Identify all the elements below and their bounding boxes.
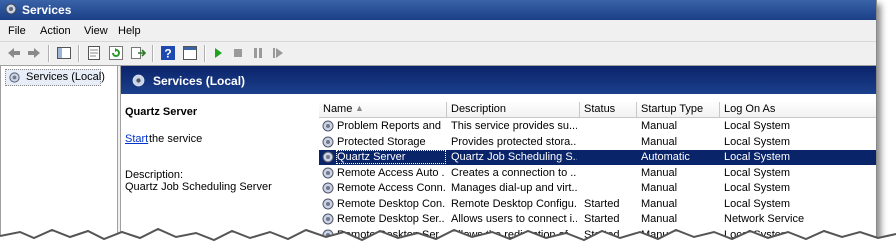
- pause-icon[interactable]: [250, 45, 266, 61]
- cell-log-on-as: Local System: [724, 151, 791, 163]
- table-row[interactable]: Protected Storage Provides protected stor…: [319, 135, 876, 150]
- start-service-link[interactable]: Start: [125, 133, 148, 145]
- cell-description: Manages dial-up and virt...: [451, 182, 577, 194]
- cell-startup-type: Manual: [641, 182, 678, 194]
- window-title: Services: [22, 3, 72, 17]
- properties-icon[interactable]: [86, 45, 102, 61]
- menu-action[interactable]: Action: [40, 25, 71, 37]
- cell-description: Remote Desktop Configu...: [451, 197, 577, 210]
- services-list: Name ▲ Description Status Startup Type L…: [319, 100, 876, 240]
- services-gear-icon: [132, 74, 145, 87]
- tree-item-label: Services (Local): [26, 71, 105, 83]
- cell-description: This service provides su...: [451, 120, 577, 132]
- column-header-status[interactable]: Status: [580, 100, 637, 118]
- table-row[interactable]: Quartz Server Quartz Job Scheduling S... A…: [319, 150, 876, 165]
- console-tree: Services (Local): [0, 66, 118, 240]
- cell-description: Allows users to connect i...: [451, 213, 577, 225]
- show-tree-icon[interactable]: [56, 45, 72, 61]
- table-row[interactable]: Remote Desktop Con... Remote Desktop Conf…: [319, 197, 876, 212]
- cell-name: Remote Access Auto ...: [337, 166, 445, 179]
- forward-icon[interactable]: [26, 45, 42, 61]
- refresh-icon[interactable]: [108, 45, 124, 61]
- services-gear-icon: [5, 3, 17, 15]
- service-gear-icon: [322, 120, 334, 132]
- cell-status: Started: [584, 197, 620, 210]
- cell-name: Remote Desktop Ser...: [337, 213, 445, 225]
- service-gear-icon: [322, 213, 334, 225]
- cell-startup-type: Manual: [641, 120, 678, 132]
- menu-file[interactable]: File: [8, 25, 26, 37]
- table-row[interactable]: Remote Desktop Ser... Allows users to con…: [319, 212, 876, 227]
- services-gear-icon: [9, 72, 20, 83]
- services-window: Services File Action View Help ? Service…: [0, 0, 877, 240]
- description-value: Quartz Job Scheduling Server: [125, 181, 272, 193]
- cell-log-on-as: Local System: [724, 182, 791, 194]
- menu-view[interactable]: View: [84, 25, 108, 37]
- cell-description: Provides protected stora...: [451, 135, 577, 148]
- export-icon[interactable]: [130, 45, 146, 61]
- service-gear-icon: [322, 182, 334, 194]
- cell-startup-type: Manual: [641, 197, 678, 210]
- cell-name: Quartz Server: [336, 150, 446, 164]
- service-gear-icon: [322, 167, 334, 178]
- cell-startup-type: Manual: [641, 166, 678, 179]
- cell-name: Remote Desktop Con...: [337, 197, 445, 210]
- description-label: Description:: [125, 169, 184, 181]
- toolbar-separator: [48, 45, 50, 62]
- column-header-log-on-as[interactable]: Log On As: [720, 100, 876, 118]
- pane-header: Services (Local): [121, 66, 876, 94]
- cell-log-on-as: Local System: [724, 120, 791, 132]
- cell-name: Remote Access Conn...: [337, 182, 445, 194]
- column-header-label: Startup Type: [641, 103, 704, 115]
- table-row[interactable]: Remote Access Conn... Manages dial-up and…: [319, 181, 876, 196]
- cell-description: Quartz Job Scheduling S...: [451, 151, 577, 163]
- console-icon[interactable]: [182, 45, 198, 61]
- toolbar-separator: [152, 45, 154, 62]
- help-icon[interactable]: ?: [160, 45, 176, 61]
- column-header-label: Description: [451, 103, 507, 115]
- table-row[interactable]: Remote Access Auto ... Creates a connecti…: [319, 166, 876, 181]
- title-bar: Services: [0, 0, 876, 20]
- back-icon[interactable]: [6, 45, 22, 61]
- start-service-text: the service: [149, 133, 203, 145]
- details-pane: Services (Local) Quartz Server Start the…: [120, 66, 876, 240]
- toolbar-separator: [78, 45, 80, 62]
- service-gear-icon: [322, 151, 334, 163]
- column-header-description[interactable]: Description: [447, 100, 580, 118]
- toolbar: ?: [0, 42, 876, 66]
- selected-service-title: Quartz Server: [125, 106, 198, 118]
- cell-startup-type: Automatic: [641, 151, 690, 163]
- column-header-label: Status: [584, 103, 616, 115]
- pane-header-notch: [311, 94, 876, 102]
- cell-description: Creates a connection to ...: [451, 166, 577, 179]
- pane-header-title: Services (Local): [153, 74, 246, 88]
- cell-log-on-as: Local System: [724, 135, 791, 148]
- column-header-name[interactable]: Name ▲: [319, 100, 447, 118]
- service-gear-icon: [322, 136, 334, 147]
- cell-log-on-as: Local System: [724, 197, 791, 210]
- service-gear-icon: [322, 198, 334, 209]
- column-header-startup-type[interactable]: Startup Type: [637, 100, 720, 118]
- start-icon[interactable]: [210, 45, 226, 61]
- cell-startup-type: Manual: [641, 213, 678, 225]
- menu-bar: File Action View Help: [0, 20, 876, 42]
- cell-log-on-as: Network Service: [724, 213, 805, 225]
- torn-edge: [0, 227, 896, 252]
- cell-log-on-as: Local System: [724, 166, 791, 179]
- cell-startup-type: Manual: [641, 135, 678, 148]
- column-header-label: Name: [323, 103, 353, 115]
- tree-item-services-local[interactable]: Services (Local): [5, 69, 105, 86]
- column-header-label: Log On As: [724, 103, 776, 115]
- svg-text:?: ?: [164, 47, 171, 61]
- cell-name: Problem Reports and ...: [337, 120, 445, 132]
- restart-icon[interactable]: [270, 45, 286, 61]
- table-row[interactable]: Problem Reports and ... This service prov…: [319, 119, 876, 134]
- toolbar-separator: [204, 45, 206, 62]
- sort-ascending-icon: ▲: [355, 103, 364, 113]
- cell-status: Started: [584, 213, 620, 225]
- service-description-panel: Quartz Server Start the service Descript…: [125, 106, 311, 236]
- cell-name: Protected Storage: [337, 135, 426, 148]
- stop-icon[interactable]: [230, 45, 246, 61]
- menu-help[interactable]: Help: [118, 25, 141, 37]
